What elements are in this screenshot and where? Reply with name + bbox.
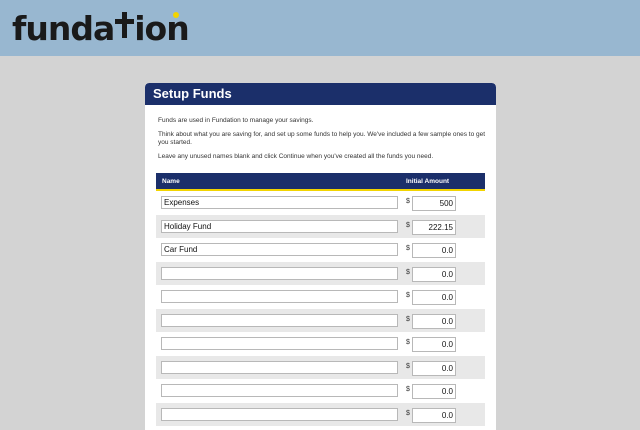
- setup-funds-panel: Setup Funds Funds are used in Fundation …: [145, 83, 496, 430]
- fund-name-input[interactable]: [161, 407, 398, 421]
- table-row: $: [156, 332, 485, 356]
- currency-symbol: $: [406, 292, 410, 299]
- table-header: Name Initial Amount: [156, 173, 485, 191]
- currency-symbol: $: [406, 315, 410, 323]
- table-row: $: [156, 402, 485, 426]
- panel-title: Setup Funds: [145, 83, 496, 105]
- initial-amount-input[interactable]: [412, 196, 456, 211]
- currency-symbol: $: [406, 362, 410, 370]
- table-row: $: [156, 308, 485, 332]
- column-header-amount: Initial Amount: [406, 178, 450, 185]
- table-row: $: [156, 238, 485, 262]
- currency-symbol: $: [406, 386, 410, 393]
- currency-symbol: $: [406, 245, 410, 252]
- logo-dot-icon: [173, 12, 179, 18]
- table-row: $: [156, 285, 485, 309]
- table-row: $: [156, 214, 485, 238]
- initial-amount-input[interactable]: [412, 337, 456, 352]
- table-body: $ $ $ $ $ $ $ $ $ $: [156, 191, 485, 426]
- intro-paragraph: Leave any unused names blank and click C…: [158, 153, 434, 160]
- intro-text: Funds are used in Fundation to manage yo…: [145, 105, 496, 161]
- table-row: $: [156, 355, 485, 379]
- initial-amount-input[interactable]: [412, 313, 456, 329]
- initial-amount-input[interactable]: [412, 219, 456, 235]
- table-row: $: [156, 379, 485, 403]
- currency-symbol: $: [406, 221, 410, 229]
- initial-amount-input[interactable]: [412, 360, 456, 376]
- fund-name-input[interactable]: [161, 337, 398, 350]
- initial-amount-input[interactable]: [412, 290, 456, 305]
- intro-paragraph: Funds are used in Fundation to manage yo…: [158, 117, 314, 124]
- funds-table: Name Initial Amount $ $ $ $ $ $ $ $ $ $: [156, 173, 485, 426]
- initial-amount-input[interactable]: [412, 407, 456, 423]
- fund-name-input[interactable]: [161, 313, 398, 327]
- fundation-logo[interactable]: funda ion: [12, 10, 190, 48]
- currency-symbol: $: [406, 198, 410, 205]
- intro-paragraph: Think about what you are saving for, and…: [158, 131, 486, 146]
- table-row: $: [156, 191, 485, 215]
- currency-symbol: $: [406, 268, 410, 276]
- initial-amount-input[interactable]: [412, 266, 456, 282]
- fund-name-input[interactable]: [161, 266, 398, 280]
- fund-name-input[interactable]: [161, 243, 398, 256]
- fund-name-input[interactable]: [161, 219, 398, 233]
- currency-symbol: $: [406, 409, 410, 417]
- initial-amount-input[interactable]: [412, 243, 456, 258]
- top-header: funda ion: [0, 0, 640, 56]
- column-header-name: Name: [162, 178, 180, 185]
- initial-amount-input[interactable]: [412, 384, 456, 399]
- plus-icon: [114, 10, 135, 40]
- fund-name-input[interactable]: [161, 196, 398, 209]
- fund-name-input[interactable]: [161, 290, 398, 303]
- currency-symbol: $: [406, 339, 410, 346]
- table-row: $: [156, 261, 485, 285]
- fund-name-input[interactable]: [161, 360, 398, 374]
- fund-name-input[interactable]: [161, 384, 398, 397]
